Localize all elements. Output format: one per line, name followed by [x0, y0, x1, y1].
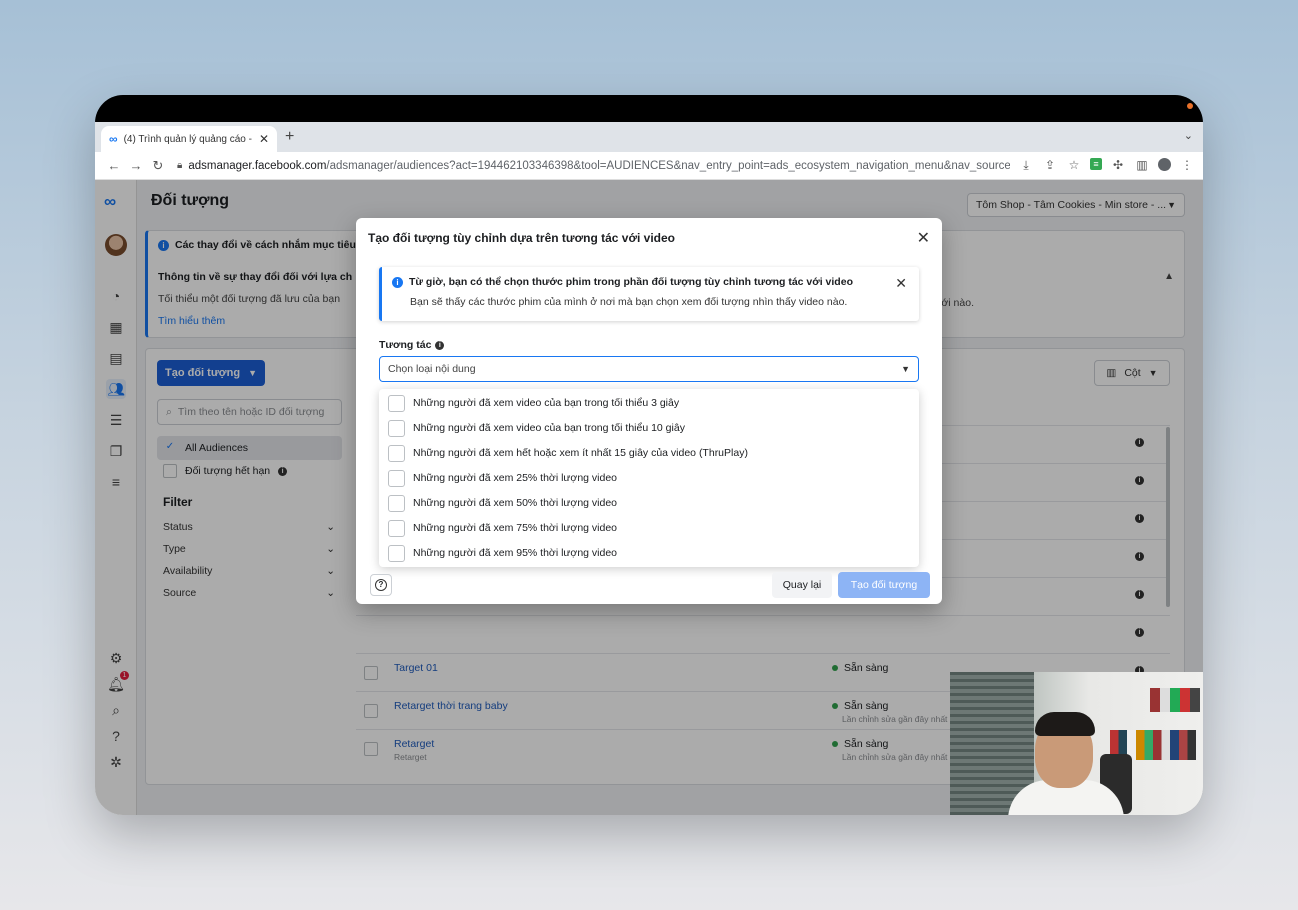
sidebar-icon[interactable]: ▥ [1134, 158, 1150, 173]
option-checkbox[interactable] [388, 544, 405, 562]
create-audience-submit-button[interactable]: Tạo đối tượng [838, 572, 930, 598]
option-checkbox[interactable] [388, 519, 405, 537]
option-checkbox[interactable] [388, 469, 405, 487]
option-label: Những người đã xem hết hoặc xem ít nhất … [413, 447, 748, 459]
option-95pct[interactable]: Những người đã xem 95% thời lượng video [388, 543, 617, 563]
info-icon[interactable]: i [435, 340, 445, 350]
url-path: /adsmanager/audiences?act=19446210334639… [326, 159, 1010, 172]
caret-down-icon: ▼ [901, 364, 910, 374]
tab-search-icon[interactable]: ⌄ [1184, 129, 1193, 142]
option-checkbox[interactable] [388, 419, 405, 437]
browser-toolbar: ⤓ ⇪ ☆ ≡ ✣ ▥ ⋮ [1018, 158, 1195, 173]
reels-notice-body: Bạn sẽ thấy các thước phim của mình ở nơ… [410, 296, 848, 308]
option-label: Những người đã xem 25% thời lượng video [413, 472, 618, 484]
close-notice-icon[interactable]: ✕ [895, 275, 907, 292]
camera-indicator [1187, 103, 1193, 109]
option-3s[interactable]: Những người đã xem video của bạn trong t… [388, 393, 679, 413]
option-label: Những người đã xem video của bạn trong t… [413, 397, 680, 409]
dialog-title: Tạo đối tượng tùy chỉnh dựa trên tương t… [368, 231, 676, 245]
option-thruplay[interactable]: Những người đã xem hết hoặc xem ít nhất … [388, 443, 748, 463]
help-button[interactable]: ? [370, 574, 392, 596]
kebab-menu-icon[interactable]: ⋮ [1179, 158, 1195, 173]
address-bar: ← → ↻ 🔒︎ adsmanager.facebook.com/adsmana… [95, 152, 1203, 180]
star-icon[interactable]: ☆ [1066, 158, 1082, 173]
option-label: Những người đã xem 75% thời lượng video [413, 522, 618, 534]
url-host: adsmanager.facebook.com [188, 159, 327, 172]
tab-title: (4) Trình quản lý quảng cáo - F [123, 133, 255, 145]
option-checkbox[interactable] [388, 494, 405, 512]
forward-icon[interactable]: → [125, 158, 147, 173]
option-10s[interactable]: Những người đã xem video của bạn trong t… [388, 418, 685, 438]
video-engagement-dialog: Tạo đối tượng tùy chỉnh dựa trên tương t… [356, 218, 942, 604]
option-label: Những người đã xem 95% thời lượng video [413, 547, 618, 559]
option-25pct[interactable]: Những người đã xem 25% thời lượng video [388, 468, 617, 488]
engagement-label-text: Tương tác [379, 339, 432, 351]
option-50pct[interactable]: Những người đã xem 50% thời lượng video [388, 493, 617, 513]
content-type-select[interactable]: Chọn loại nội dung ▼ [379, 356, 919, 382]
webcam-bookshelf-top [1150, 688, 1200, 712]
option-label: Những người đã xem video của bạn trong t… [413, 422, 685, 434]
reload-icon[interactable]: ↻ [147, 158, 169, 174]
close-tab-icon[interactable]: ✕ [259, 132, 269, 146]
meta-logo-icon: ∞ [109, 132, 118, 146]
option-75pct[interactable]: Những người đã xem 75% thời lượng video [388, 518, 617, 538]
lock-icon: 🔒︎ [177, 160, 183, 171]
webcam-overlay [950, 672, 1203, 815]
select-placeholder: Chọn loại nội dung [388, 363, 476, 375]
tab-bar: ∞ (4) Trình quản lý quảng cáo - F ✕ + ⌄ [95, 122, 1203, 152]
help-icon: ? [375, 579, 387, 591]
info-icon: i [392, 276, 403, 288]
close-icon[interactable]: ✕ [917, 228, 930, 248]
reels-notice: i Từ giờ, bạn có thể chọn thước phim tro… [379, 267, 919, 321]
profile-icon[interactable] [1158, 158, 1171, 171]
option-label: Những người đã xem 50% thời lượng video [413, 497, 618, 509]
browser-tab[interactable]: ∞ (4) Trình quản lý quảng cáo - F ✕ [101, 126, 277, 152]
reels-notice-heading: Từ giờ, bạn có thể chọn thước phim trong… [409, 276, 853, 288]
content-type-dropdown: Những người đã xem video của bạn trong t… [379, 389, 919, 567]
back-button[interactable]: Quay lại [772, 572, 832, 598]
install-icon[interactable]: ⤓ [1018, 158, 1034, 173]
new-tab-icon[interactable]: + [285, 128, 294, 146]
url-field[interactable]: 🔒︎ adsmanager.facebook.com/adsmanager/au… [177, 160, 1010, 172]
option-checkbox[interactable] [388, 394, 405, 412]
engagement-field-label: Tương tác i [379, 339, 445, 351]
webcam-person-hair [1035, 712, 1095, 736]
back-icon[interactable]: ← [103, 158, 125, 173]
sheets-extension-icon[interactable]: ≡ [1090, 158, 1102, 170]
option-checkbox[interactable] [388, 444, 405, 462]
device-frame: ∞ (4) Trình quản lý quảng cáo - F ✕ + ⌄ … [95, 95, 1203, 815]
share-icon[interactable]: ⇪ [1042, 158, 1058, 173]
puzzle-icon[interactable]: ✣ [1110, 158, 1126, 173]
